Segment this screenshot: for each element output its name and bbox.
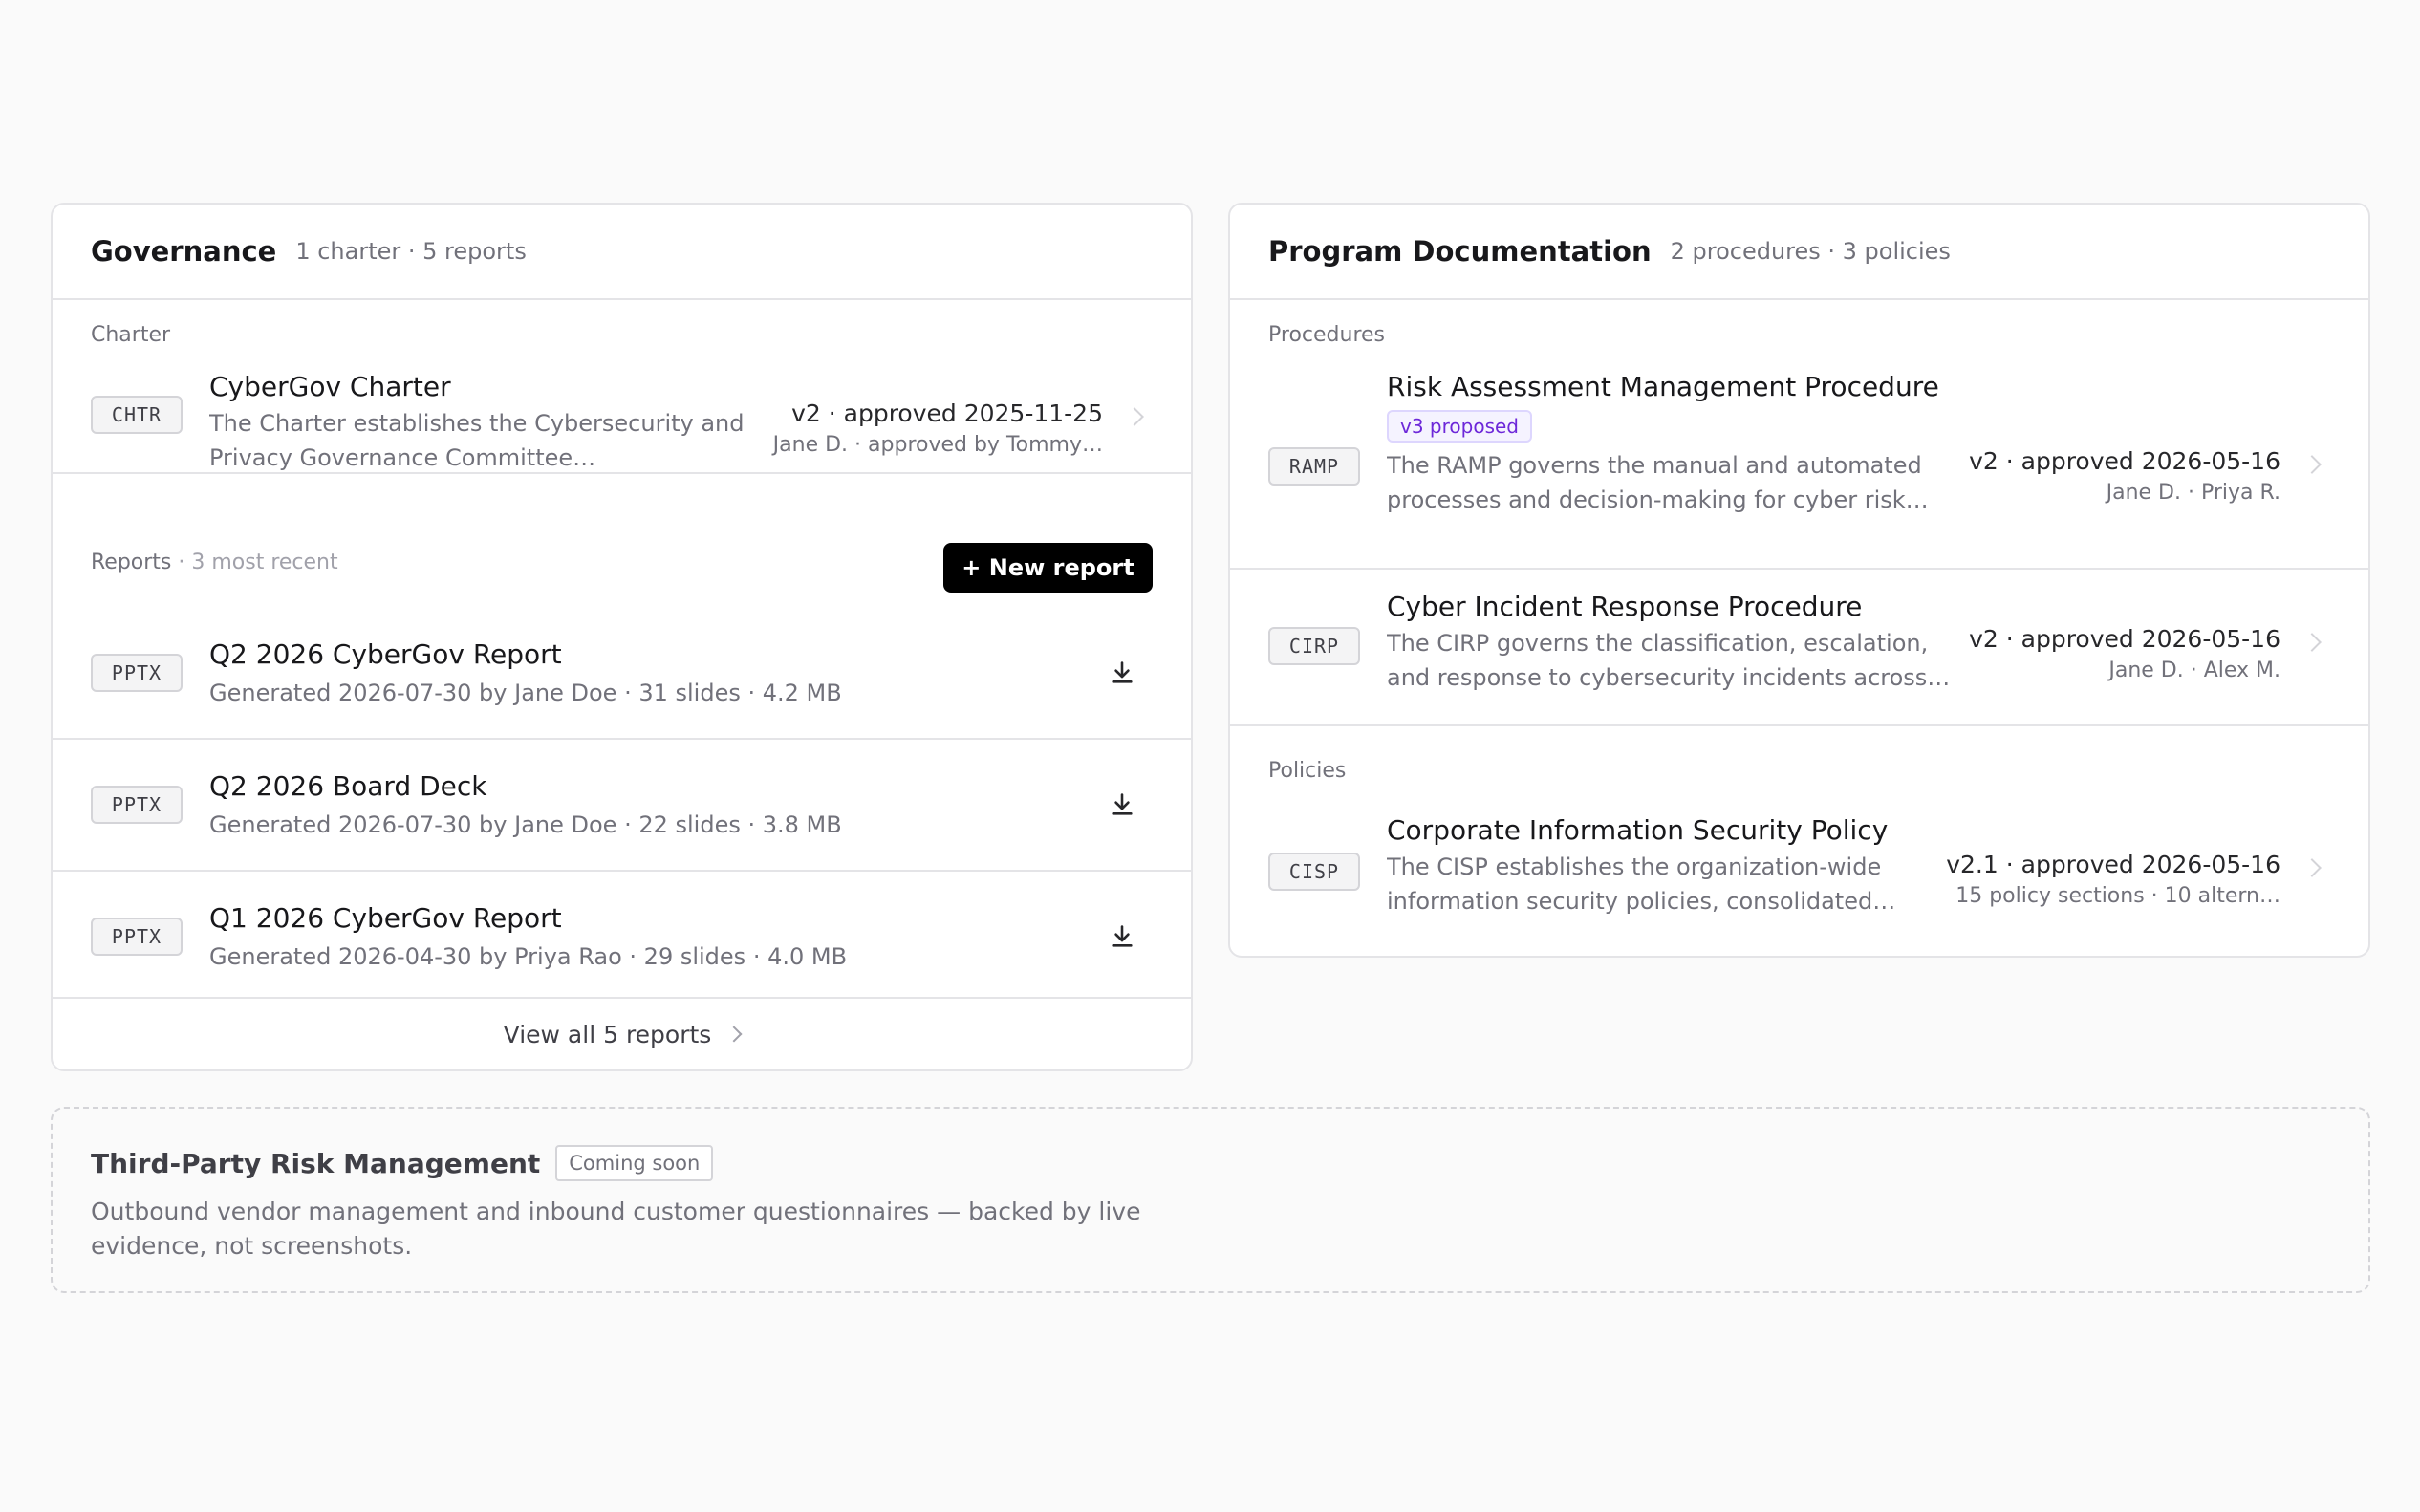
chevron-right-icon	[2302, 455, 2322, 474]
procedure-title: Risk Assessment Management Procedure	[1387, 371, 1939, 402]
program-documentation-card: Program Documentation 2 procedures · 3 p…	[1228, 203, 2370, 958]
procedure-approvers: Jane D. · Priya R.	[2106, 481, 2280, 505]
charter-title: CyberGov Charter	[209, 371, 451, 402]
charter-description: The Charter establishes the Cybersecurit…	[209, 410, 745, 471]
policy-meta: v2.1 · approved 2026-05-16 15 policy sec…	[1946, 851, 2280, 908]
charter-meta: v2 · approved 2025-11-25 Jane D. · appro…	[773, 400, 1103, 457]
chevron-right-icon	[2302, 858, 2322, 877]
page: Governance 1 charter · 5 reports Charter…	[0, 0, 2420, 1512]
report-title: Q2 2026 CyberGov Report	[209, 638, 562, 670]
procedure-description: The RAMP governs the manual and automate…	[1387, 452, 1929, 513]
view-all-label: View all 5 reports	[503, 1020, 712, 1048]
governance-subtitle: 1 charter · 5 reports	[295, 238, 527, 265]
procedure-row[interactable]: RAMP Risk Assessment Management Procedur…	[1230, 357, 2368, 570]
procedure-code-badge: CIRP	[1268, 627, 1360, 665]
procedure-version: v2 · approved 2026-05-16	[1969, 447, 2280, 475]
chevron-right-icon	[2302, 633, 2322, 652]
download-icon[interactable]	[1109, 791, 1135, 818]
governance-title: Governance	[91, 235, 277, 268]
policy-summary: 15 policy sections · 10 altern…	[1955, 884, 2280, 908]
report-row[interactable]: PPTX Q1 2026 CyberGov Report Generated 2…	[53, 872, 1191, 1002]
reports-sublabel: · 3 most recent	[171, 551, 338, 574]
policies-section-label: Policies	[1268, 759, 1347, 783]
charter-code-badge: CHTR	[91, 396, 183, 434]
procedure-code-badge: RAMP	[1268, 447, 1360, 486]
report-title: Q2 2026 Board Deck	[209, 770, 487, 802]
chevron-right-icon	[725, 1026, 743, 1043]
report-row[interactable]: PPTX Q2 2026 Board Deck Generated 2026-0…	[53, 740, 1191, 872]
report-format-badge: PPTX	[91, 654, 183, 692]
charter-version: v2 · approved 2025-11-25	[791, 400, 1103, 427]
report-title: Q1 2026 CyberGov Report	[209, 902, 562, 934]
procedure-title: Cyber Incident Response Procedure	[1387, 591, 1863, 622]
new-report-button[interactable]: + New report	[943, 543, 1153, 593]
chevron-right-icon	[1125, 407, 1144, 426]
third-party-risk-card: Third-Party Risk Management Coming soon …	[51, 1107, 2370, 1293]
procedure-approvers: Jane D. · Alex M.	[2108, 659, 2280, 682]
procedure-description: The CIRP governs the classification, esc…	[1387, 630, 1951, 691]
report-meta: Generated 2026-07-30 by Jane Doe · 22 sl…	[209, 811, 842, 838]
governance-header: Governance 1 charter · 5 reports	[53, 205, 1191, 300]
tprm-title: Third-Party Risk Management	[91, 1147, 541, 1179]
report-row[interactable]: PPTX Q2 2026 CyberGov Report Generated 2…	[53, 608, 1191, 740]
program-title: Program Documentation	[1268, 235, 1652, 268]
reports-section-label: Reports · 3 most recent	[53, 551, 338, 574]
tprm-description: Outbound vendor management and inbound c…	[91, 1198, 1141, 1260]
report-format-badge: PPTX	[91, 786, 183, 824]
procedure-meta: v2 · approved 2026-05-16 Jane D. · Alex …	[1969, 625, 2280, 682]
download-icon[interactable]	[1109, 923, 1135, 950]
reports-label: Reports	[91, 551, 172, 574]
policy-code-badge: CISP	[1268, 853, 1360, 891]
report-meta: Generated 2026-04-30 by Priya Rao · 29 s…	[209, 943, 848, 970]
charter-approvers: Jane D. · approved by Tommy…	[772, 433, 1103, 457]
policy-title: Corporate Information Security Policy	[1387, 814, 1889, 846]
procedures-section-label: Procedures	[1268, 323, 1385, 347]
policy-version: v2.1 · approved 2026-05-16	[1946, 851, 2280, 878]
coming-soon-badge: Coming soon	[555, 1145, 714, 1181]
charter-section-label: Charter	[91, 323, 171, 347]
program-subtitle: 2 procedures · 3 policies	[1670, 238, 1951, 265]
tprm-header: Third-Party Risk Management Coming soon	[91, 1145, 2330, 1181]
proposed-version-badge: v3 proposed	[1387, 410, 1532, 443]
procedure-meta: v2 · approved 2026-05-16 Jane D. · Priya…	[1969, 447, 2280, 505]
procedure-version: v2 · approved 2026-05-16	[1969, 625, 2280, 653]
charter-row-item[interactable]: CHTR CyberGov Charter The Charter establ…	[53, 357, 1191, 474]
policy-row[interactable]: CISP Corporate Information Security Poli…	[1230, 795, 2368, 956]
program-header: Program Documentation 2 procedures · 3 p…	[1230, 205, 2368, 300]
policy-description: The CISP establishes the organization-wi…	[1387, 853, 1896, 915]
download-icon[interactable]	[1109, 659, 1135, 686]
view-all-reports-link[interactable]: View all 5 reports	[53, 997, 1191, 1069]
procedure-row[interactable]: CIRP Cyber Incident Response Procedure T…	[1230, 570, 2368, 726]
report-meta: Generated 2026-07-30 by Jane Doe · 31 sl…	[209, 680, 842, 706]
report-format-badge: PPTX	[91, 918, 183, 956]
governance-card: Governance 1 charter · 5 reports Charter…	[51, 203, 1193, 1071]
